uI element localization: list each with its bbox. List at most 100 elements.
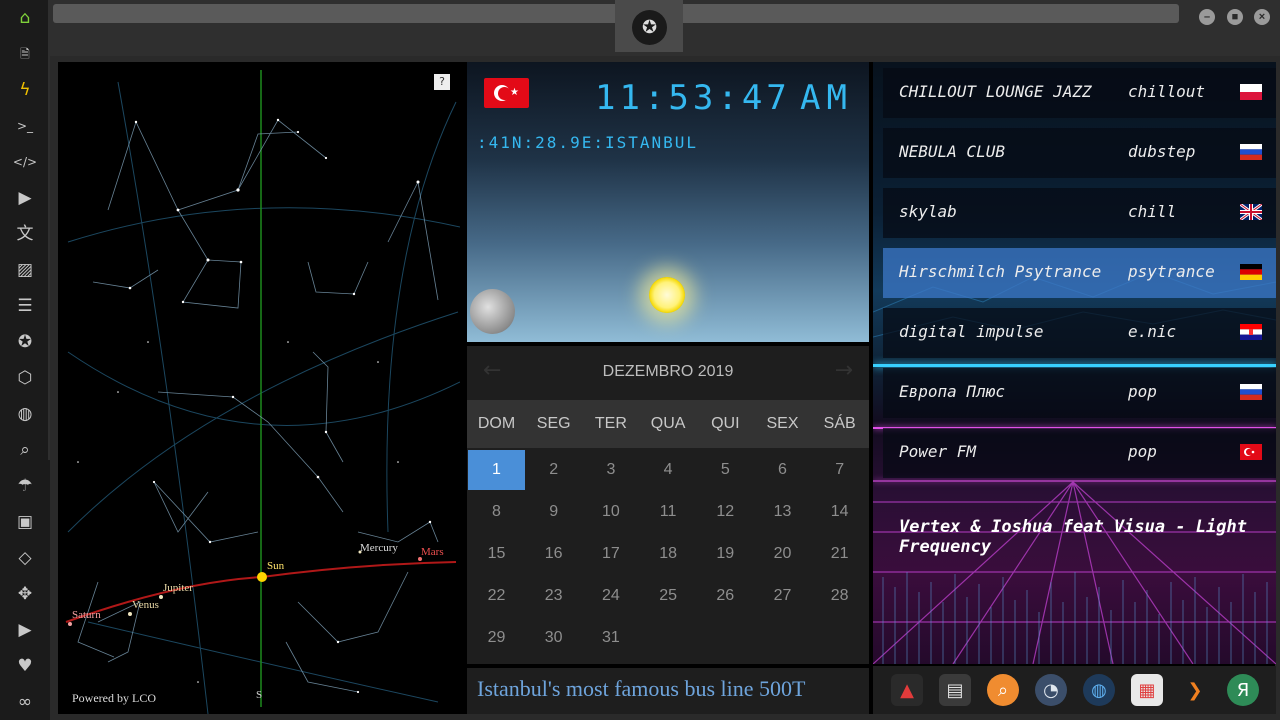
sky-help-button[interactable]: ? <box>434 74 450 90</box>
play-icon[interactable]: ▶ <box>13 186 37 210</box>
calendar-day[interactable]: 23 <box>525 576 582 616</box>
now-playing-track: Vertex & Ioshua feat Visua - Light Frequ… <box>899 517 1247 557</box>
calendar-day[interactable]: 22 <box>468 576 525 616</box>
calendar-day[interactable]: 30 <box>525 618 582 658</box>
image-icon[interactable]: ▨ <box>13 258 37 282</box>
weekday-label: SEX <box>766 415 799 432</box>
saturn-label: Saturn <box>72 609 101 621</box>
calendar-day[interactable]: 25 <box>640 576 697 616</box>
station-row[interactable]: CHILLOUT LOUNGE JAZZ chillout <box>883 68 1276 118</box>
calendar-app-icon[interactable]: ▦ <box>1131 674 1163 706</box>
calendar-day[interactable]: 3 <box>582 450 639 490</box>
calendar-day[interactable]: 28 <box>811 576 868 616</box>
calendar-day[interactable]: 18 <box>640 534 697 574</box>
contact-icon[interactable]: ▣ <box>13 510 37 534</box>
calendar-day[interactable]: 27 <box>754 576 811 616</box>
flag-icon <box>1240 84 1262 100</box>
location-coordinates: :41N:28.9E:ISTANBUL <box>477 133 699 152</box>
calendar-day[interactable]: 14 <box>811 492 868 532</box>
calendar-day[interactable]: 15 <box>468 534 525 574</box>
station-name: Hirschmilch Psytrance <box>899 262 1102 281</box>
moon-icon <box>470 289 515 334</box>
calendar-day[interactable]: 29 <box>468 618 525 658</box>
app-a-icon[interactable]: ▲ <box>891 674 923 706</box>
station-row[interactable]: Европа Плюс pop <box>883 368 1276 418</box>
digital-time: 11:53:47 <box>595 78 791 118</box>
station-name: CHILLOUT LOUNGE JAZZ <box>899 82 1092 101</box>
logo-tab[interactable]: ✪ <box>615 0 683 52</box>
calendar-day[interactable]: 4 <box>640 450 697 490</box>
calendar-day[interactable]: 13 <box>754 492 811 532</box>
calendar-day[interactable]: 19 <box>697 534 754 574</box>
calendar-day[interactable]: 12 <box>697 492 754 532</box>
calendar-day[interactable]: 7 <box>811 450 868 490</box>
infinity-icon[interactable]: ∞ <box>13 690 37 714</box>
clock-panel: ★ 11:53:47 AM :41N:28.9E:ISTANBUL <box>467 62 869 342</box>
arrow-app-icon[interactable]: ❯ <box>1179 674 1211 706</box>
radio-panel: CHILLOUT LOUNGE JAZZ chillout NEBULA CLUB d… <box>873 62 1276 664</box>
magnifier-app-icon[interactable]: ⌕ <box>987 674 1019 706</box>
next-month-button[interactable]: → <box>835 358 853 383</box>
flag-icon <box>1240 444 1262 460</box>
news-app-icon[interactable]: ▤ <box>939 674 971 706</box>
station-row[interactable]: NEBULA CLUB dubstep <box>883 128 1276 178</box>
umbrella-icon[interactable]: ☂ <box>13 474 37 498</box>
rebel-logo-icon: ✪ <box>632 10 667 45</box>
calendar-day[interactable]: 8 <box>468 492 525 532</box>
weekday-label: TER <box>594 415 627 432</box>
search-icon[interactable]: ⌕ <box>13 438 37 462</box>
calendar-day[interactable]: 20 <box>754 534 811 574</box>
weekday-label: SÁB <box>823 415 856 432</box>
clock-app-icon[interactable]: ◔ <box>1035 674 1067 706</box>
station-genre: pop <box>1128 382 1157 401</box>
calendar-day[interactable]: 9 <box>525 492 582 532</box>
caption-text[interactable]: Istanbul's most famous bus line 500T <box>477 676 805 702</box>
expand-icon[interactable]: ✥ <box>13 582 37 606</box>
maximize-button[interactable]: ■ <box>1227 9 1243 25</box>
lightning-icon[interactable]: ϟ <box>13 78 37 102</box>
calendar-day[interactable]: 21 <box>811 534 868 574</box>
station-row[interactable]: Hirschmilch Psytrance psytrance <box>883 248 1276 298</box>
powered-by-text[interactable]: Powered by LCO <box>72 691 156 706</box>
venus-label: Venus <box>132 599 159 611</box>
code-icon[interactable]: </> <box>13 150 37 174</box>
flag-icon <box>1240 264 1262 281</box>
close-button[interactable]: × <box>1254 9 1270 25</box>
station-name: digital impulse <box>899 322 1044 341</box>
neon-line <box>873 364 1276 367</box>
mars-label: Mars <box>421 546 444 558</box>
document-icon[interactable]: 🗎 <box>13 42 37 66</box>
youtube-icon[interactable]: ▶ <box>13 618 37 642</box>
minimize-button[interactable]: – <box>1199 9 1215 25</box>
station-row[interactable]: skylab chill <box>883 188 1276 238</box>
calendar-day[interactable]: 17 <box>582 534 639 574</box>
home-icon[interactable]: ⌂ <box>13 6 37 30</box>
calendar-day[interactable]: 16 <box>525 534 582 574</box>
cube-icon[interactable]: ⬡ <box>13 366 37 390</box>
calendar-day[interactable]: 6 <box>754 450 811 490</box>
terminal-icon[interactable]: >_ <box>13 114 37 138</box>
sky-map[interactable]: ? Sun Mercury Mars Jupiter Venus Saturn … <box>58 62 460 714</box>
rebel-icon[interactable]: ✪ <box>13 330 37 354</box>
station-row[interactable]: digital impulse e.nic <box>883 308 1276 358</box>
calendar-day[interactable]: 1 <box>468 450 525 490</box>
tag-icon[interactable]: ◇ <box>13 546 37 570</box>
jupiter-label: Jupiter <box>163 582 193 594</box>
calendar-day[interactable]: 24 <box>582 576 639 616</box>
calendar-day[interactable]: 10 <box>582 492 639 532</box>
translate-icon[interactable]: 文 <box>13 222 37 246</box>
calendar-day[interactable]: 26 <box>697 576 754 616</box>
calendar-day[interactable]: 5 <box>697 450 754 490</box>
heart-icon[interactable]: ♥ <box>13 654 37 678</box>
station-genre: pop <box>1128 442 1157 461</box>
top-bar: ✪ – ■ × <box>50 0 1280 56</box>
globe-icon[interactable]: ◍ <box>13 402 37 426</box>
yandex-app-icon[interactable]: Я <box>1227 674 1259 706</box>
station-row[interactable]: Power FM pop <box>883 428 1276 478</box>
flag-icon <box>1240 384 1262 401</box>
calendar-day[interactable]: 31 <box>582 618 639 658</box>
globe-app-icon[interactable]: ◍ <box>1083 674 1115 706</box>
calendar-day[interactable]: 11 <box>640 492 697 532</box>
calendar-day[interactable]: 2 <box>525 450 582 490</box>
news-icon[interactable]: ☰ <box>13 294 37 318</box>
